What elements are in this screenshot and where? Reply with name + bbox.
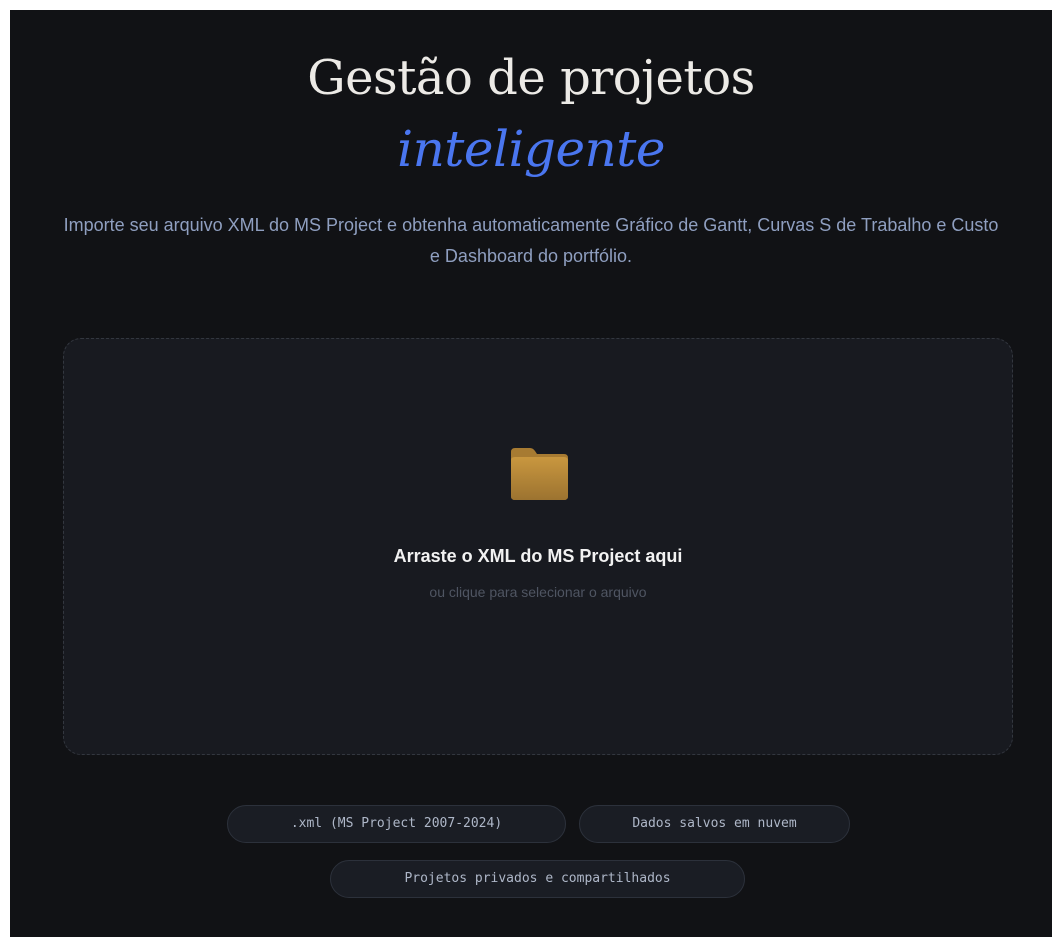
format-chip: .xml (MS Project 2007-2024) — [227, 805, 566, 843]
cloud-storage-chip: Dados salvos em nuvem — [579, 805, 850, 843]
page-subtitle: Importe seu arquivo XML do MS Project e … — [63, 215, 999, 266]
page-title: Gestão de projetos — [307, 50, 755, 106]
app-frame: Gestão de projetos inteligente Importe s… — [10, 10, 1052, 937]
privacy-chip: Projetos privados e compartilhados — [330, 860, 745, 898]
dropzone-title: Arraste o XML do MS Project aqui — [393, 546, 683, 566]
page-title-accent: inteligente — [397, 120, 665, 178]
xml-dropzone[interactable]: Arraste o XML do MS Project aqui ou cliq… — [63, 338, 1013, 755]
folder-icon — [511, 448, 568, 500]
dropzone-hint: ou clique para selecionar o arquivo — [429, 584, 647, 600]
